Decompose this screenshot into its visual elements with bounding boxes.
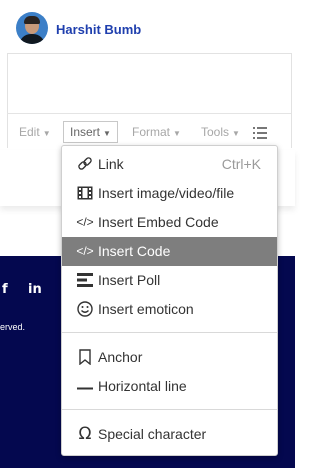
avatar bbox=[16, 12, 48, 44]
menu-label: Insert Code bbox=[98, 243, 171, 259]
menu-item-insert-code[interactable]: </> Insert Code bbox=[62, 237, 277, 266]
editor-toolbar: Edit ▼ Insert ▼ Format ▼ Tools ▼ bbox=[7, 118, 291, 148]
menu-item-horizontal-line[interactable]: Horizontal line bbox=[62, 372, 277, 401]
bookmark-icon bbox=[76, 343, 94, 372]
code-icon: </> bbox=[76, 244, 94, 258]
copyright-text: erved. bbox=[0, 322, 26, 332]
editor-divider bbox=[7, 113, 291, 114]
horizontal-line-icon bbox=[76, 372, 94, 401]
format-menu-button[interactable]: Format ▼ bbox=[132, 122, 181, 142]
code-icon: </> bbox=[76, 215, 94, 229]
format-label: Format bbox=[132, 125, 171, 139]
tools-menu-button[interactable]: Tools ▼ bbox=[201, 122, 240, 142]
menu-divider bbox=[62, 409, 277, 410]
insert-dropdown-menu: Link Ctrl+K Insert image/video/file </> … bbox=[61, 145, 278, 456]
menu-item-anchor[interactable]: Anchor bbox=[62, 343, 277, 372]
poll-icon bbox=[76, 266, 94, 295]
list-icon[interactable] bbox=[253, 127, 267, 139]
menu-item-insert-media[interactable]: Insert image/video/file bbox=[62, 179, 277, 208]
insert-menu-button[interactable]: Insert ▼ bbox=[63, 121, 118, 143]
smiley-icon bbox=[76, 295, 94, 324]
menu-label: Insert emoticon bbox=[98, 301, 194, 317]
link-icon bbox=[76, 150, 94, 179]
chevron-down-icon: ▼ bbox=[42, 129, 51, 138]
linkedin-icon[interactable]: in bbox=[28, 282, 42, 297]
chevron-down-icon: ▼ bbox=[173, 129, 181, 138]
menu-item-embed-code[interactable]: </> Insert Embed Code bbox=[62, 208, 277, 237]
menu-label: Insert Poll bbox=[98, 272, 161, 288]
menu-label: Horizontal line bbox=[98, 378, 187, 394]
menu-label: Anchor bbox=[98, 349, 143, 365]
menu-item-insert-poll[interactable]: Insert Poll bbox=[62, 266, 277, 295]
insert-label: Insert bbox=[70, 125, 101, 139]
shortcut-hint: Ctrl+K bbox=[221, 156, 261, 172]
menu-divider bbox=[62, 332, 277, 333]
film-icon bbox=[76, 179, 94, 208]
menu-item-insert-emoticon[interactable]: Insert emoticon bbox=[62, 295, 277, 324]
edit-label: Edit bbox=[19, 125, 40, 139]
omega-icon: Ω bbox=[78, 424, 92, 444]
chevron-down-icon: ▼ bbox=[103, 129, 111, 138]
menu-item-link[interactable]: Link Ctrl+K bbox=[62, 150, 277, 179]
tools-label: Tools bbox=[201, 125, 230, 139]
edit-menu-button[interactable]: Edit ▼ bbox=[19, 122, 51, 142]
menu-label: Special character bbox=[98, 426, 207, 442]
menu-label: Insert image/video/file bbox=[98, 185, 235, 201]
facebook-icon[interactable]: f bbox=[2, 282, 8, 297]
menu-label: Insert Embed Code bbox=[98, 214, 219, 230]
menu-item-special-character[interactable]: Ω Special character bbox=[62, 420, 277, 449]
menu-label: Link bbox=[98, 156, 124, 172]
user-name[interactable]: Harshit Bumb bbox=[56, 22, 141, 37]
chevron-down-icon: ▼ bbox=[232, 129, 240, 138]
